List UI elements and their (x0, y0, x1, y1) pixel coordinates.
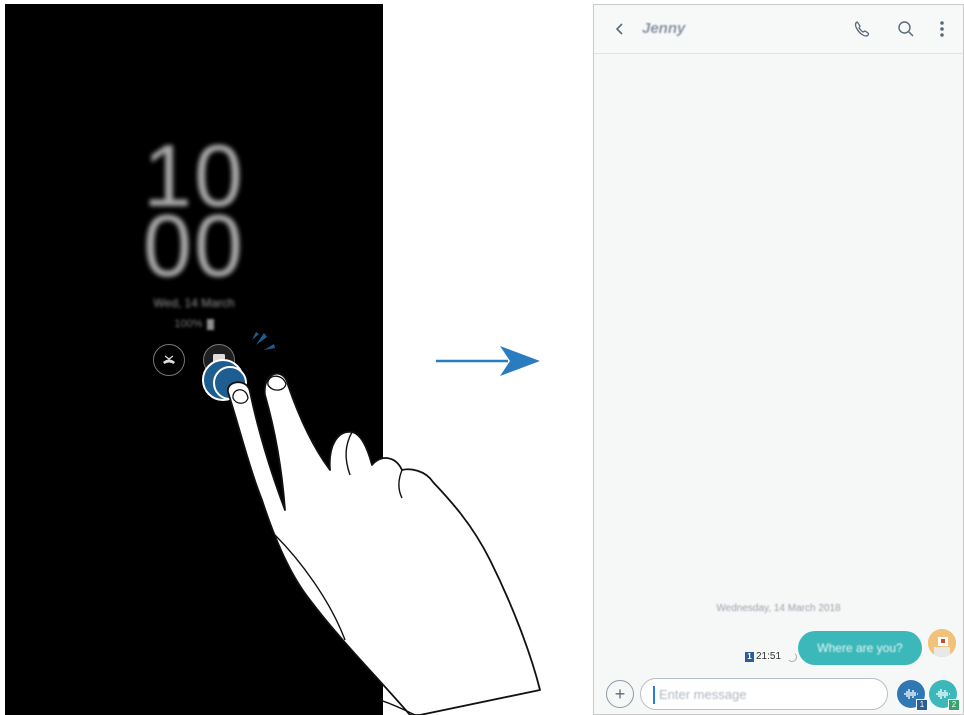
aod-battery: 100% (5, 318, 383, 330)
missed-call-icon[interactable] (153, 344, 185, 376)
sent-message-bubble[interactable]: Where are you? (798, 631, 922, 665)
more-vertical-icon (940, 21, 944, 37)
sending-spinner-icon (787, 651, 798, 662)
back-button[interactable] (608, 17, 632, 41)
plus-icon: + (614, 684, 626, 704)
input-placeholder: Enter message (659, 687, 747, 702)
messages-app-screen: Jenny Wednesday, 14 March 2018 1 21:51 W… (593, 4, 964, 715)
call-button[interactable] (850, 17, 874, 41)
back-arrow-icon (615, 23, 623, 35)
message-meta: 1 21:51 (745, 651, 798, 662)
message-text: Where are you? (817, 641, 903, 655)
battery-icon (206, 318, 214, 330)
send-voice-sim1-button[interactable]: 1 (897, 680, 928, 711)
text-cursor (653, 686, 655, 704)
send-voice-sim2-button[interactable]: 2 (929, 680, 960, 711)
compose-bar: + Enter message 1 2 (594, 675, 963, 714)
add-attachment-button[interactable]: + (606, 680, 634, 708)
message-notification-icon[interactable] (203, 344, 235, 376)
message-time: 21:51 (756, 651, 782, 662)
avatar[interactable] (928, 629, 956, 657)
always-on-display-screen: 10 00 Wed, 14 March 100% (5, 4, 383, 715)
sim1-tag: 1 (916, 699, 928, 711)
transition-arrow-icon (436, 346, 540, 376)
aod-date: Wed, 14 March (153, 296, 235, 310)
more-options-button[interactable] (930, 17, 954, 41)
conversation-header: Jenny (594, 5, 963, 54)
battery-percent: 100% (174, 318, 203, 330)
sim2-tag: 2 (948, 699, 960, 711)
date-separator: Wednesday, 14 March 2018 (716, 603, 841, 614)
avatar-image-icon (928, 629, 956, 657)
search-icon (898, 21, 914, 37)
sim-badge: 1 (745, 651, 754, 662)
clock-minutes: 00 (143, 196, 245, 295)
search-button[interactable] (894, 17, 918, 41)
message-input[interactable]: Enter message (640, 678, 920, 710)
phone-icon (854, 21, 870, 37)
contact-name: Jenny (642, 20, 686, 37)
